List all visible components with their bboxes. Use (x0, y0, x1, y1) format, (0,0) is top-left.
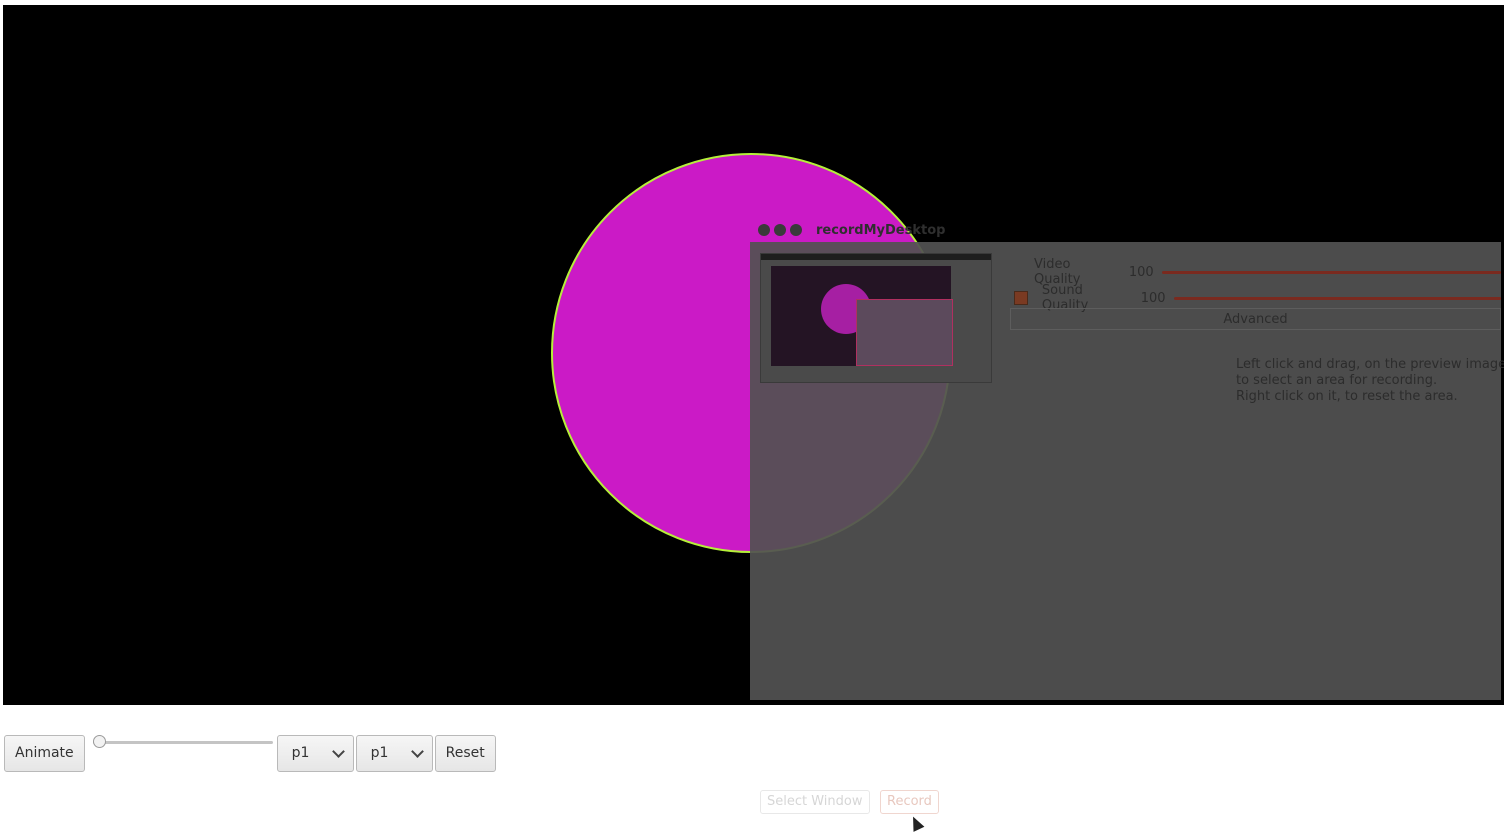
record-button[interactable]: Record (880, 790, 939, 814)
point-select-2[interactable]: p1 (355, 734, 433, 772)
animation-canvas[interactable] (3, 5, 1504, 705)
magenta-circle (551, 153, 951, 553)
point-select-2-value: p1 (370, 745, 389, 761)
slider-track (92, 740, 273, 744)
reset-button[interactable]: Reset (434, 734, 496, 772)
point-select-1-value: p1 (291, 745, 310, 761)
chevron-down-icon (331, 744, 345, 758)
animation-controls: Animate p1 p1 Reset (4, 734, 496, 772)
slider-thumb[interactable] (92, 734, 106, 748)
point-select-1[interactable]: p1 (276, 734, 354, 772)
animate-button[interactable]: Animate (4, 734, 85, 772)
chevron-down-icon (410, 744, 424, 758)
select-window-button[interactable]: Select Window (760, 790, 870, 814)
frame-slider[interactable] (89, 734, 274, 772)
mouse-cursor-icon (907, 814, 925, 832)
